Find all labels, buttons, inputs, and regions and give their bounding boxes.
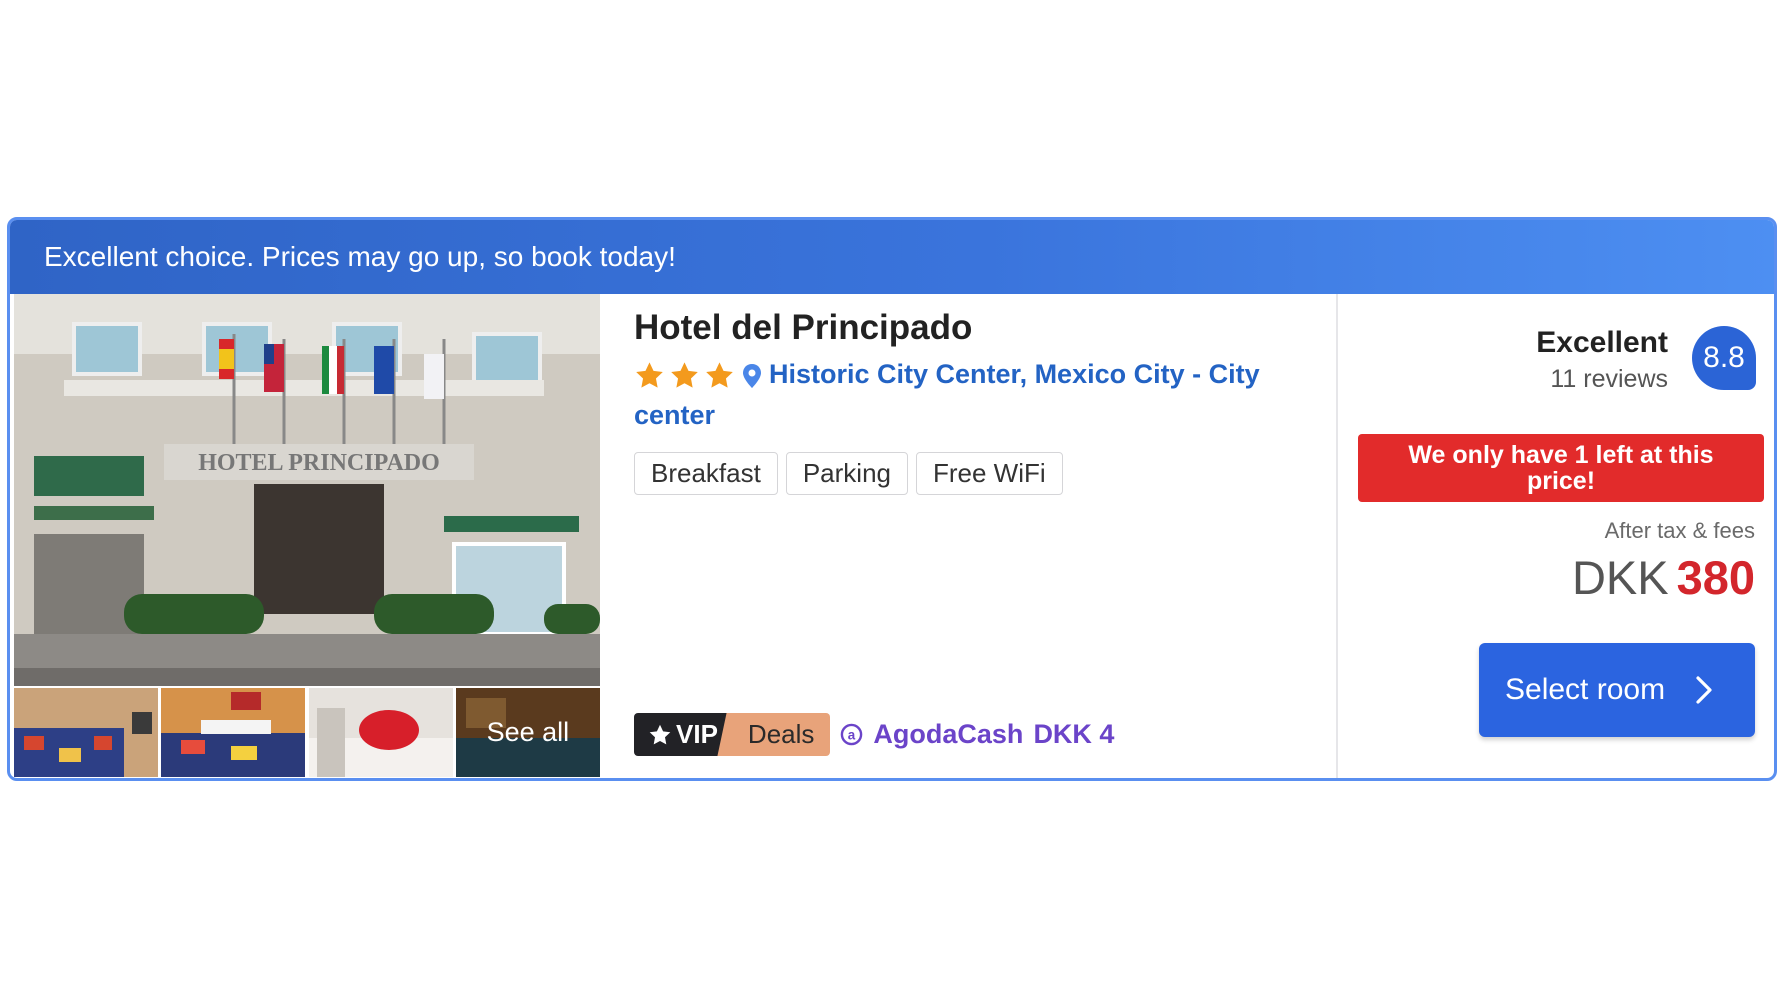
svg-text:HOTEL PRINCIPADO: HOTEL PRINCIPADO — [198, 450, 440, 476]
see-all-photos[interactable]: See all — [455, 688, 600, 777]
price-currency: DKK — [1571, 551, 1669, 604]
availability-alert: We only have 1 left at this price! — [1358, 434, 1764, 502]
amenity-tag: Free WiFi — [915, 452, 1063, 495]
review-count[interactable]: 11 reviews — [1550, 365, 1668, 394]
hotel-info: Hotel del Principado Historic City Cente… — [627, 294, 1337, 778]
banner-text: Excellent choice. Prices may go up, so b… — [44, 241, 676, 272]
see-all-label: See all — [455, 688, 600, 777]
price: DKK 380 — [1572, 550, 1755, 605]
gallery-thumbnail[interactable] — [14, 688, 158, 777]
photo-gallery: HOTEL PRINCIPADO See all — [14, 294, 600, 778]
agodacash-icon: a — [841, 723, 863, 746]
hotel-card[interactable]: Excellent choice. Prices may go up, so b… — [7, 217, 1777, 781]
tax-note: After tax & fees — [1604, 518, 1755, 543]
price-amount: 380 — [1676, 551, 1755, 604]
location-pin-icon — [743, 363, 761, 388]
hotel-name[interactable]: Hotel del Principado — [634, 308, 972, 348]
agodacash-label: AgodaCash — [873, 719, 1024, 749]
vip-label: VIP — [676, 719, 718, 749]
star-icon — [636, 362, 663, 389]
rating-label: Excellent — [1536, 326, 1668, 359]
amenity-list: Breakfast Parking Free WiFi — [634, 452, 1063, 495]
gallery-thumbnail[interactable] — [308, 688, 453, 777]
column-divider — [1336, 294, 1338, 778]
select-room-label: Select room — [1505, 673, 1666, 706]
review-score-badge: 8.8 — [1692, 326, 1756, 390]
svg-text:a: a — [848, 727, 856, 742]
star-icon — [649, 724, 671, 744]
amenity-tag: Breakfast — [634, 452, 778, 495]
agodacash-info[interactable]: a AgodaCash DKK 4 — [840, 719, 1114, 750]
hotel-main-photo[interactable]: HOTEL PRINCIPADO — [14, 294, 600, 686]
select-room-button[interactable]: Select room — [1479, 643, 1755, 737]
star-icon — [706, 362, 733, 389]
star-rating — [634, 360, 735, 391]
location-row: Historic City Center, Mexico City - City… — [634, 354, 1274, 436]
agodacash-value: DKK 4 — [1033, 719, 1115, 749]
deals-label: Deals — [729, 713, 831, 756]
vip-deals-badge[interactable]: VIP Deals — [634, 713, 831, 756]
gallery-thumbnail[interactable] — [161, 688, 306, 777]
price-panel: Excellent 11 reviews 8.8 We only have 1 … — [1340, 294, 1770, 778]
chevron-right-icon — [1696, 676, 1712, 704]
star-icon — [671, 362, 698, 389]
deals-row: VIP Deals a AgodaCash DKK 4 — [634, 713, 1114, 756]
urgency-banner: Excellent choice. Prices may go up, so b… — [10, 220, 1774, 294]
amenity-tag: Parking — [785, 452, 908, 495]
